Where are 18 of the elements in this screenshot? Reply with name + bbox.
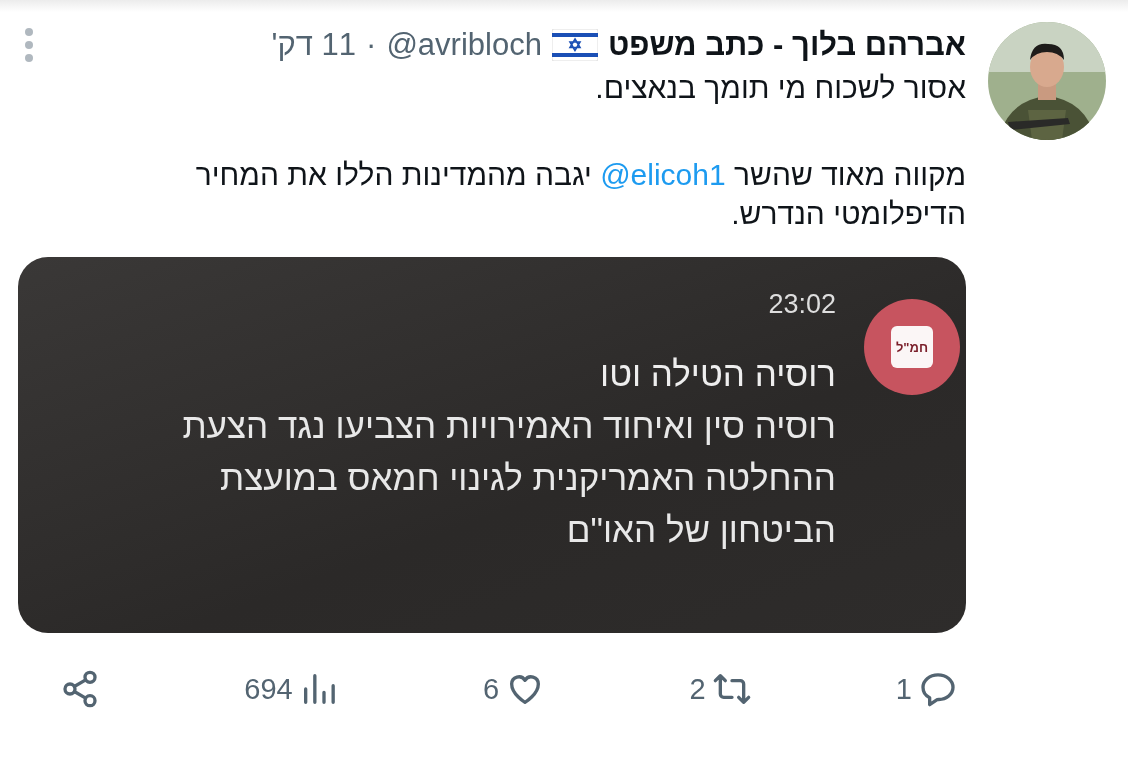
views-button[interactable]: 694 xyxy=(244,669,339,709)
notification-time: 23:02 xyxy=(767,289,836,320)
logo-text: חמ"ל xyxy=(891,326,933,368)
share-icon xyxy=(60,669,100,709)
reply-button[interactable]: 1 xyxy=(895,669,958,709)
notification-text: רוסיה סין ואיחוד האמירויות הצביעו נגד הצעת xyxy=(182,405,836,447)
author-name[interactable]: אברהם בלוך - כתב משפט xyxy=(607,27,966,63)
author-handle[interactable]: @avribloch xyxy=(386,27,542,63)
notification-text: ההחלטה האמריקנית לגינוי חמאס במועצת xyxy=(219,457,836,499)
like-button[interactable]: 6 xyxy=(483,669,546,709)
separator-dot: · xyxy=(366,27,377,63)
post-text: אסור לשכוח מי תומך בנאצים. xyxy=(594,70,966,106)
retweet-button[interactable]: 2 xyxy=(689,669,752,709)
post-time: 11 דק' xyxy=(271,27,357,63)
notification-title: רוסיה הטילה וטו xyxy=(599,353,836,395)
share-button[interactable] xyxy=(60,669,100,709)
notification-text: הביטחון של האו"ם xyxy=(565,509,836,551)
israel-flag-icon xyxy=(551,29,598,61)
